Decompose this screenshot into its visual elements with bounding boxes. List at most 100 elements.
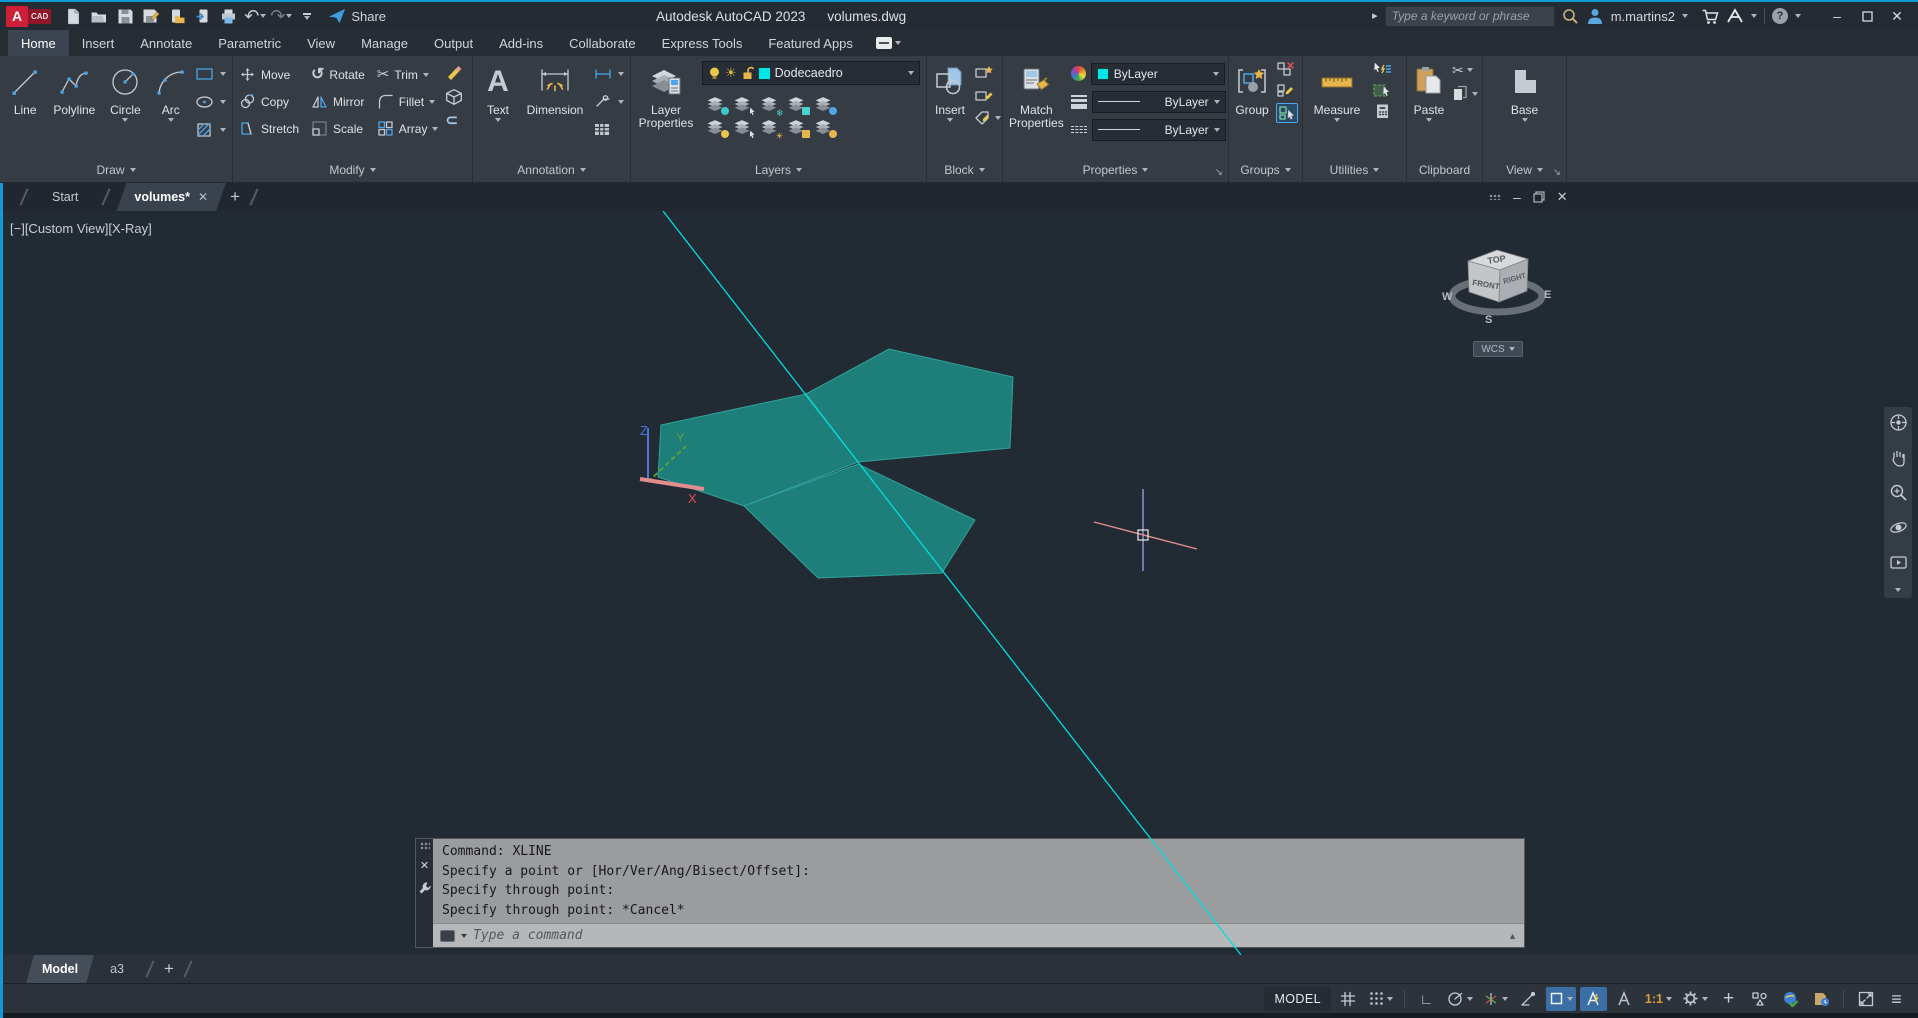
tab-add-ins[interactable]: Add-ins [486, 30, 556, 56]
undo-dropdown-caret[interactable] [260, 14, 266, 18]
group-button[interactable]: Group [1235, 61, 1269, 157]
tab-featured-apps[interactable]: Featured Apps [755, 30, 866, 56]
object-snap-caret[interactable] [1567, 997, 1573, 1001]
copy-clip-caret[interactable] [1472, 92, 1478, 96]
close-window-button[interactable]: ✕ [1882, 3, 1912, 29]
erase-icon[interactable] [445, 63, 465, 82]
snap-mode-toggle[interactable] [1366, 987, 1396, 1011]
match-properties-button[interactable]: Match Properties [1009, 61, 1064, 157]
tab-insert[interactable]: Insert [69, 30, 128, 56]
arc-dropdown-caret[interactable] [168, 118, 174, 122]
workspace-switching-button[interactable] [1679, 987, 1711, 1011]
help-icon[interactable]: ? [1772, 8, 1788, 24]
username[interactable]: m.martins2 [1611, 9, 1675, 24]
modify-panel-label[interactable]: Modify [233, 157, 472, 182]
search-icon[interactable] [1562, 8, 1579, 25]
show-motion-icon[interactable] [1889, 553, 1908, 572]
save-button[interactable] [113, 3, 137, 29]
attributes-caret[interactable] [995, 116, 1001, 120]
navbar-caret[interactable] [1895, 588, 1901, 592]
file-tab-start[interactable]: Start [34, 183, 96, 211]
rectangle-dropdown-caret[interactable] [220, 72, 226, 76]
scale-button[interactable]: Scale [311, 120, 365, 137]
annotation-scale-button[interactable]: 1:1 [1642, 987, 1675, 1011]
workspace-caret[interactable] [1702, 997, 1708, 1001]
viewcube-south[interactable]: S [1485, 314, 1492, 326]
object-color-dropdown[interactable]: ByLayer [1091, 63, 1225, 85]
leader-button[interactable] [593, 89, 624, 114]
dimension-button[interactable]: Dimension [524, 61, 586, 157]
new-layout-button[interactable]: + [160, 959, 178, 979]
explode-icon[interactable] [445, 88, 465, 107]
layer-thaw-sun-icon[interactable]: ☀ [725, 65, 737, 81]
command-history[interactable]: Command: XLINE Specify a point or [Hor/V… [433, 839, 1524, 923]
layer-color-swatch[interactable] [758, 67, 771, 80]
isometric-drafting-toggle[interactable] [1480, 987, 1511, 1011]
share-button[interactable]: Share [329, 8, 386, 24]
save-to-web-mobile-button[interactable] [191, 3, 215, 29]
layer-on-bulb-icon[interactable] [708, 66, 721, 80]
tab-annotate[interactable]: Annotate [127, 30, 205, 56]
circle-dropdown-caret[interactable] [122, 118, 128, 122]
hatch-dropdown-caret[interactable] [220, 128, 226, 132]
object-snap-toggle[interactable] [1546, 987, 1576, 1011]
view-panel-label[interactable]: View↘ [1483, 157, 1566, 182]
redo-button[interactable]: ↷ [269, 3, 293, 29]
clean-screen-button[interactable] [1852, 987, 1879, 1011]
dim-linear-caret[interactable] [618, 72, 624, 76]
layout-tab-model[interactable]: Model [26, 955, 94, 983]
file-tab-close-icon[interactable]: ✕ [198, 190, 208, 204]
drawing-minimize-button[interactable]: – [1513, 189, 1521, 205]
pan-hand-icon[interactable] [1889, 448, 1908, 467]
new-drawing-button[interactable] [61, 3, 85, 29]
status-bar-menu-button[interactable]: ≡ [1883, 987, 1910, 1011]
mirror-button[interactable]: Mirror [311, 93, 365, 110]
customization-button[interactable]: + [1715, 987, 1742, 1011]
arc-button[interactable]: Arc [154, 61, 189, 157]
command-customize-wrench-icon[interactable] [418, 881, 431, 894]
annotation-panel-label[interactable]: Annotation [473, 157, 630, 182]
paste-dropdown-caret[interactable] [1426, 118, 1432, 122]
tab-express-tools[interactable]: Express Tools [649, 30, 756, 56]
group-selection-toggle[interactable] [1276, 103, 1298, 123]
text-button[interactable]: A Text [479, 61, 517, 157]
stretch-button[interactable]: Stretch [239, 120, 299, 137]
rotate-button[interactable]: ↺Rotate [311, 67, 365, 83]
grid-display-toggle[interactable] [1335, 987, 1362, 1011]
layer-unlock-all-button[interactable] [786, 118, 808, 136]
layer-dropdown-caret[interactable] [908, 71, 914, 75]
ribbon-display-toggle[interactable] [876, 30, 901, 56]
move-button[interactable]: Move [239, 66, 299, 83]
leader-caret[interactable] [618, 100, 624, 104]
groups-panel-label[interactable]: Groups [1229, 157, 1302, 182]
customize-quick-access-button[interactable] [295, 3, 319, 29]
drawing-controls-grip[interactable] [1489, 194, 1501, 200]
navigation-wheel-icon[interactable] [1889, 413, 1908, 432]
table-button[interactable] [593, 117, 624, 142]
command-prompt-icon[interactable] [440, 930, 455, 942]
offset-icon[interactable]: ⊂ [445, 113, 465, 128]
tab-output[interactable]: Output [421, 30, 486, 56]
array-button[interactable]: Array [377, 120, 439, 137]
annotation-scale-caret[interactable] [1666, 997, 1672, 1001]
group-edit-icon[interactable] [1276, 82, 1296, 98]
undo-button[interactable]: ↶ [243, 3, 267, 29]
layer-match-button[interactable] [813, 118, 835, 136]
polar-tracking-toggle[interactable] [1444, 987, 1476, 1011]
layer-lock-button[interactable] [786, 95, 808, 113]
viewcube-east[interactable]: E [1544, 289, 1551, 301]
command-window[interactable]: ✕ Command: XLINE Specify a point or [Hor… [415, 838, 1525, 948]
maximize-window-button[interactable] [1852, 3, 1882, 29]
create-block-icon[interactable] [974, 64, 994, 80]
isometric-caret[interactable] [1502, 997, 1508, 1001]
wcs-button[interactable]: WCS [1473, 341, 1523, 357]
file-tab-volumes[interactable]: volumes* ✕ [116, 183, 226, 211]
trim-dropdown-caret[interactable] [423, 73, 429, 77]
base-button[interactable]: Base [1503, 61, 1547, 157]
base-dropdown-caret[interactable] [1522, 118, 1528, 122]
model-space-toggle[interactable]: MODEL [1264, 987, 1330, 1011]
line-button[interactable]: Line [6, 61, 44, 157]
layer-thaw-button[interactable]: ☀ [759, 118, 781, 136]
paste-button[interactable]: Paste [1413, 61, 1445, 157]
ungroup-icon[interactable] [1276, 61, 1296, 77]
